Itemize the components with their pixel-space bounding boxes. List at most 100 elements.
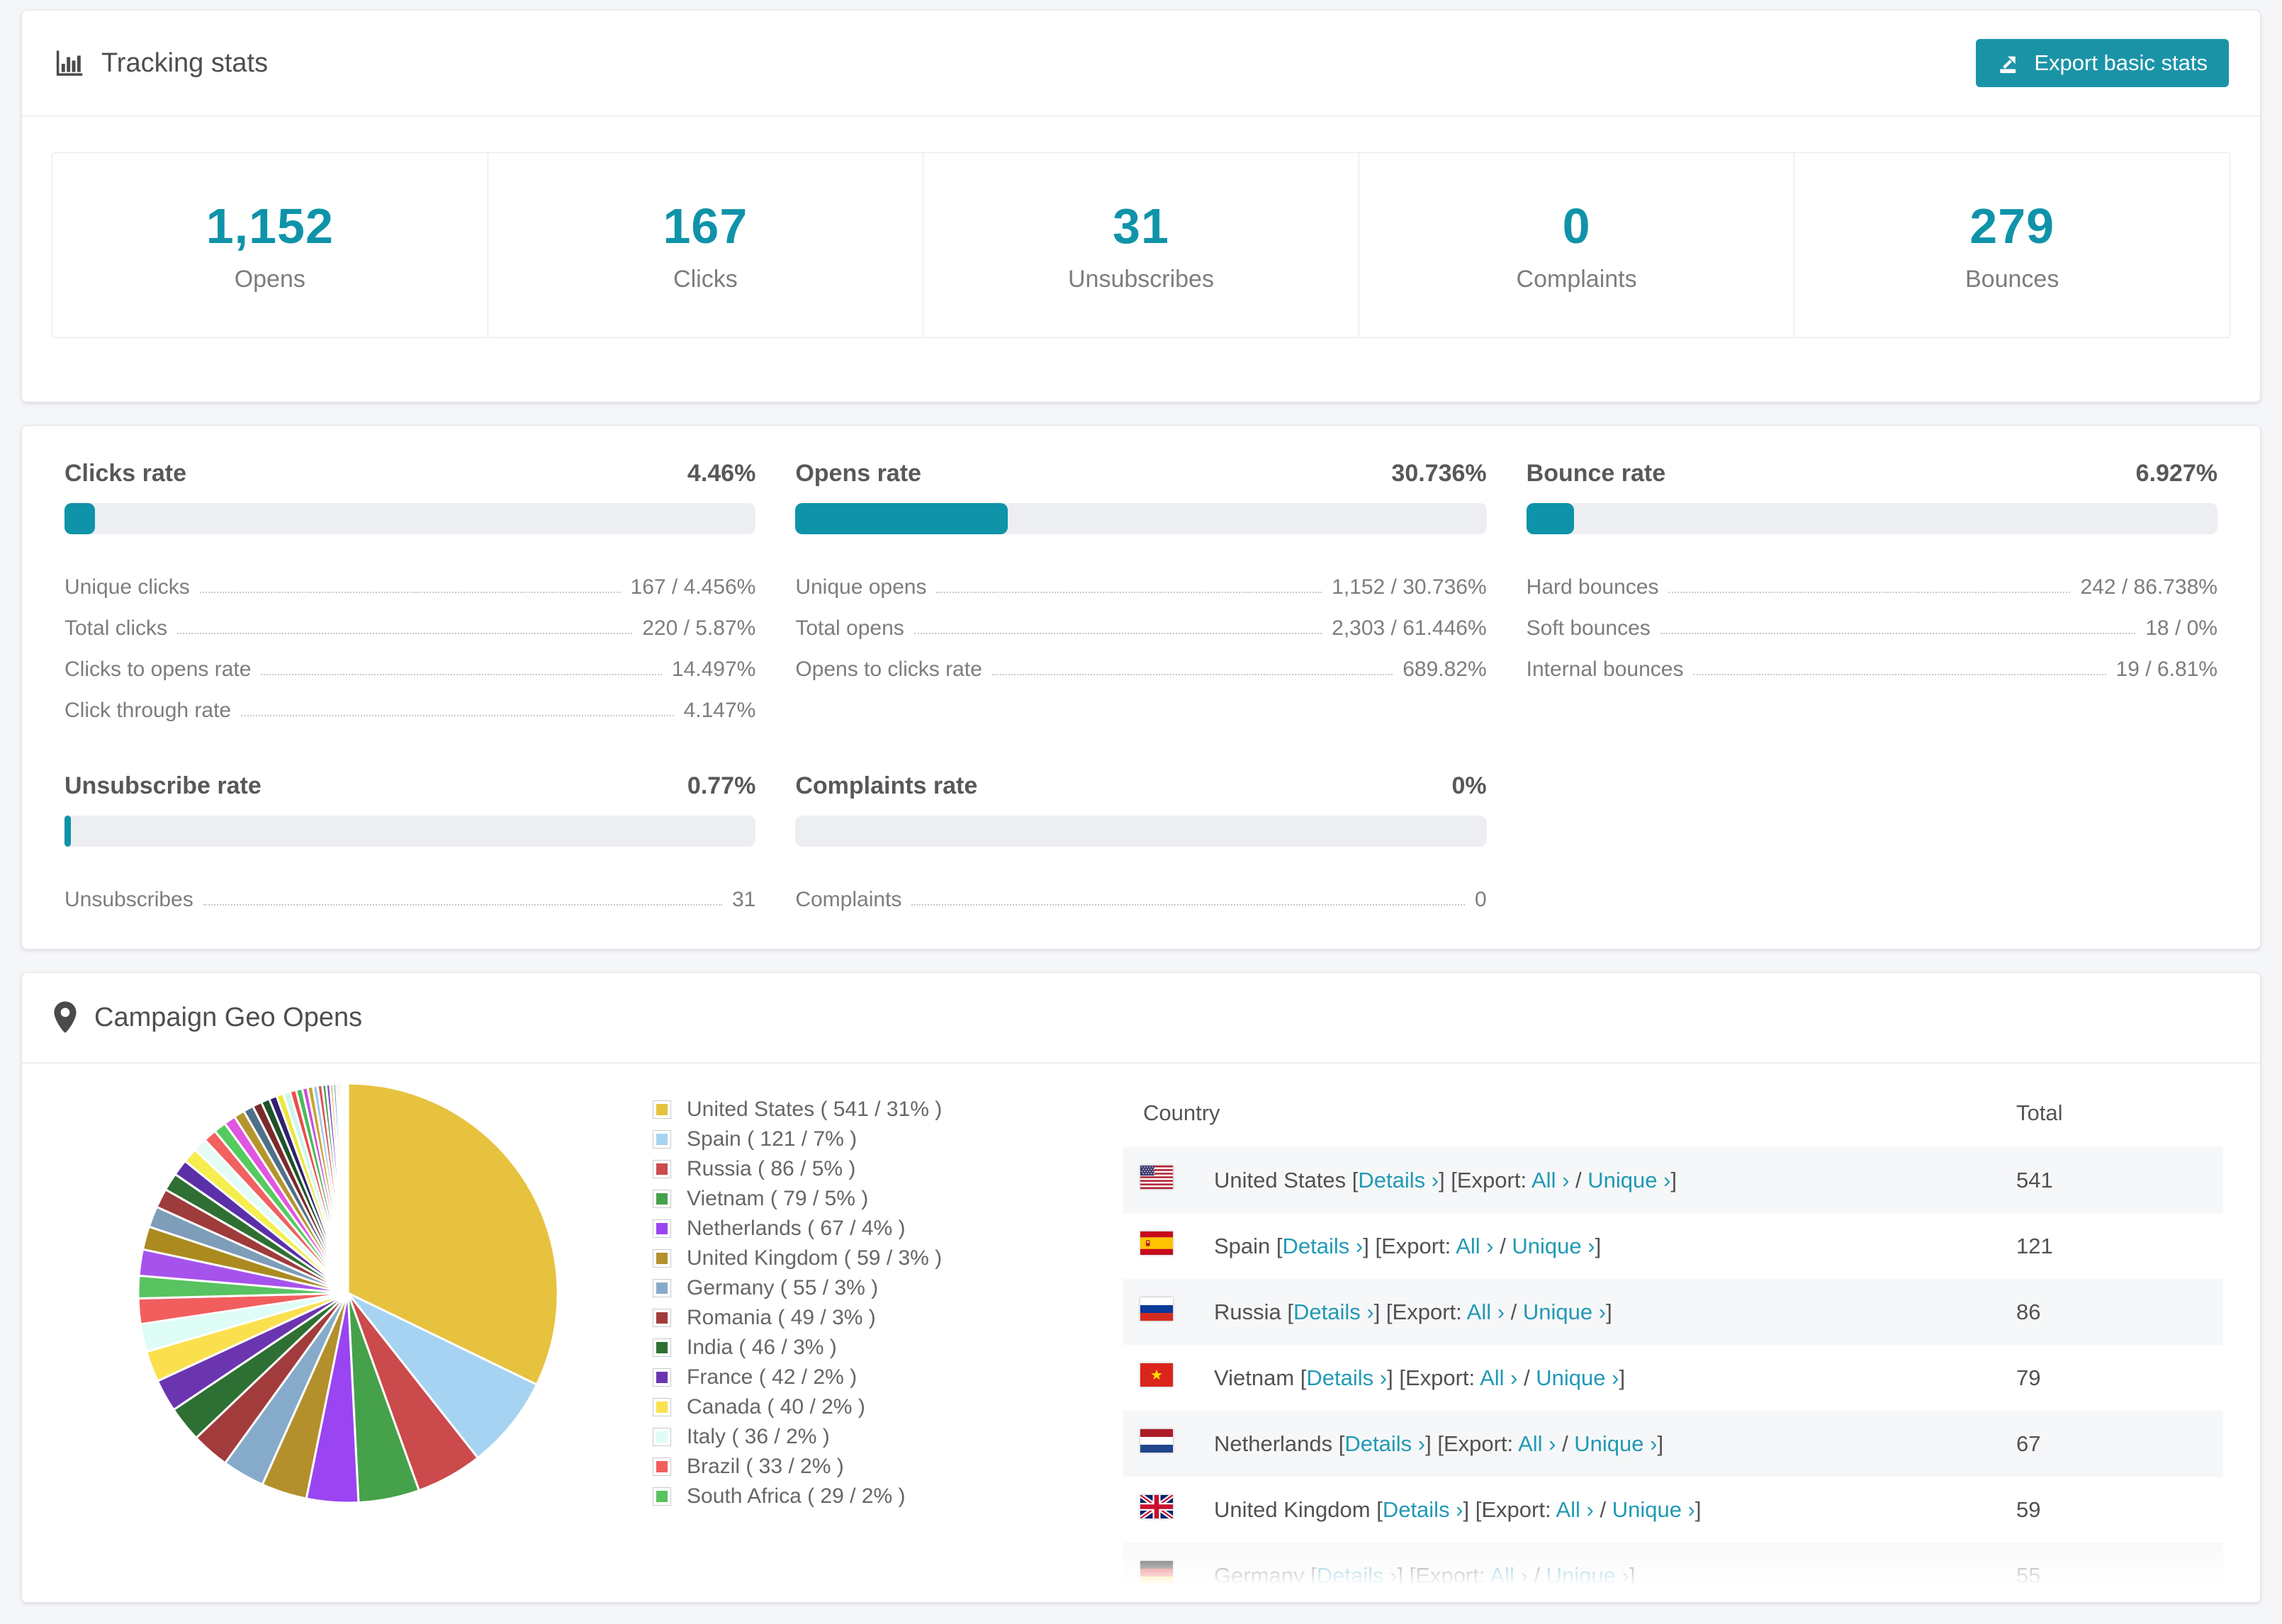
ru-flag-icon xyxy=(1140,1297,1173,1321)
legend-item-russia[interactable]: Russia ( 86 / 5% ) xyxy=(653,1154,1078,1184)
country-name: Russia xyxy=(1214,1299,1288,1324)
legend-swatch xyxy=(653,1279,671,1297)
rate-row-value: 220 / 5.87% xyxy=(642,616,756,640)
rate-row-label: Soft bounces xyxy=(1526,616,1651,640)
country-name: Vietnam xyxy=(1214,1365,1300,1390)
country-name: United States xyxy=(1214,1167,1352,1192)
country-total: 67 xyxy=(1996,1411,2223,1477)
export-basic-stats-button[interactable]: Export basic stats xyxy=(1976,39,2229,87)
rate-row-value: 19 / 6.81% xyxy=(2115,658,2218,681)
rate-row-label: Unsubscribes xyxy=(64,888,193,911)
legend-swatch xyxy=(653,1309,671,1327)
export-unique-link[interactable]: Unique › xyxy=(1612,1497,1695,1522)
progress-fill xyxy=(64,816,71,847)
legend-item-brazil[interactable]: Brazil ( 33 / 2% ) xyxy=(653,1452,1078,1482)
stat-label: Opens xyxy=(234,265,305,293)
legend-item-south-africa[interactable]: South Africa ( 29 / 2% ) xyxy=(653,1482,1078,1511)
legend-item-spain[interactable]: Spain ( 121 / 7% ) xyxy=(653,1124,1078,1154)
details-link[interactable]: Details › xyxy=(1283,1234,1364,1258)
legend-item-canada[interactable]: Canada ( 40 / 2% ) xyxy=(653,1392,1078,1422)
rate-row: Total clicks 220 / 5.87% xyxy=(64,599,755,641)
legend-item-italy[interactable]: Italy ( 36 / 2% ) xyxy=(653,1422,1078,1452)
bracket: ] xyxy=(1657,1431,1664,1456)
progress-track xyxy=(1526,503,2218,534)
details-link[interactable]: Details › xyxy=(1383,1497,1463,1522)
pie-legend: United States ( 541 / 31% ) Spain ( 121 /… xyxy=(653,1095,1078,1511)
rate-title: Unsubscribe rate xyxy=(64,772,262,799)
stat-box-bounces: 279 Bounces xyxy=(1794,152,2230,338)
rate-row: Soft bounces 18 / 0% xyxy=(1527,599,2218,641)
rate-row: Unique opens 1,152 / 30.736% xyxy=(795,558,1486,599)
progress-track xyxy=(64,503,756,534)
legend-item-romania[interactable]: Romania ( 49 / 3% ) xyxy=(653,1303,1078,1333)
export-all-link[interactable]: All › xyxy=(1531,1168,1569,1192)
stat-value: 31 xyxy=(1113,198,1169,254)
stat-label: Bounces xyxy=(1965,265,2059,293)
us-flag-icon xyxy=(1140,1166,1173,1189)
rate-row-value: 14.497% xyxy=(671,658,756,681)
export-unique-link[interactable]: Unique › xyxy=(1587,1168,1670,1192)
bracket: [ xyxy=(1310,1562,1317,1588)
dotted-leader xyxy=(199,592,621,593)
legend-item-germany[interactable]: Germany ( 55 / 3% ) xyxy=(653,1273,1078,1303)
legend-item-united-kingdom[interactable]: United Kingdom ( 59 / 3% ) xyxy=(653,1244,1078,1273)
legend-item-india[interactable]: India ( 46 / 3% ) xyxy=(653,1333,1078,1363)
bracket: ] xyxy=(1606,1299,1612,1324)
legend-item-netherlands[interactable]: Netherlands ( 67 / 4% ) xyxy=(653,1214,1078,1244)
details-link[interactable]: Details › xyxy=(1344,1431,1425,1456)
page: Tracking stats Export basic stats 1,152 O… xyxy=(0,0,2282,1613)
export-unique-link[interactable]: Unique › xyxy=(1523,1299,1606,1324)
export-all-link[interactable]: All › xyxy=(1467,1299,1505,1324)
export-all-link[interactable]: All › xyxy=(1556,1497,1593,1522)
export-all-link[interactable]: All › xyxy=(1490,1563,1527,1588)
tracking-stats-card: Tracking stats Export basic stats 1,152 O… xyxy=(21,10,2261,402)
export-all-link[interactable]: All › xyxy=(1456,1234,1493,1258)
export-unique-link[interactable]: Unique › xyxy=(1546,1563,1629,1588)
details-link[interactable]: Details › xyxy=(1317,1563,1398,1588)
stat-label: Unsubscribes xyxy=(1067,265,1214,293)
pie-slice-other[interactable] xyxy=(346,1082,349,1295)
export-unique-link[interactable]: Unique › xyxy=(1536,1365,1619,1390)
export-icon xyxy=(2000,56,2016,74)
country-total: 121 xyxy=(2016,1233,2053,1258)
legend-item-france[interactable]: France ( 42 / 2% ) xyxy=(653,1363,1078,1392)
stat-box-unsubscribes: 31 Unsubscribes xyxy=(923,152,1359,338)
legend-swatch xyxy=(653,1160,671,1178)
dotted-leader xyxy=(1660,633,2136,634)
bracket: ] xyxy=(1694,1496,1702,1522)
rate-title: Complaints rate xyxy=(795,772,978,799)
geo-opens-header: Campaign Geo Opens xyxy=(22,973,2260,1064)
rate-block-unsubscribe-rate: Unsubscribe rate 0.77% Unsubscribes 31 xyxy=(64,772,756,912)
export-prefix: ] [Export: xyxy=(1439,1167,1531,1192)
rates-grid: Clicks rate 4.46% Unique clicks 167 / 4.456… xyxy=(64,460,2218,912)
rate-row-label: Opens to clicks rate xyxy=(795,658,982,681)
country-total: 86 xyxy=(1996,1279,2223,1345)
progress-fill xyxy=(795,503,1008,534)
export-all-link[interactable]: All › xyxy=(1480,1365,1517,1390)
details-link[interactable]: Details › xyxy=(1358,1168,1439,1192)
legend-swatch xyxy=(653,1249,671,1268)
stat-label: Complaints xyxy=(1516,265,1637,293)
legend-item-vietnam[interactable]: Vietnam ( 79 / 5% ) xyxy=(653,1184,1078,1214)
legend-swatch xyxy=(653,1338,671,1357)
export-unique-link[interactable]: Unique › xyxy=(1574,1431,1657,1456)
stat-value: 0 xyxy=(1562,198,1591,254)
gb-flag-icon xyxy=(1139,1493,1174,1521)
rate-row: Unsubscribes 31 xyxy=(64,871,755,912)
details-link[interactable]: Details › xyxy=(1306,1365,1387,1390)
rates-card: Clicks rate 4.46% Unique clicks 167 / 4.456… xyxy=(21,425,2261,949)
geo-opens-card: Campaign Geo Opens United States ( 541 /… xyxy=(21,972,2261,1603)
country-name: Netherlands xyxy=(1214,1431,1339,1456)
rate-row-value: 2,303 / 61.446% xyxy=(1332,616,1487,640)
rate-row-value: 0 xyxy=(1474,888,1487,911)
es-flag-icon xyxy=(1140,1231,1173,1255)
geo-table-row-vietnam: Vietnam [Details ›] [Export: All › / Uni… xyxy=(1123,1345,2223,1411)
legend-item-united-states[interactable]: United States ( 541 / 31% ) xyxy=(653,1095,1078,1124)
export-all-link[interactable]: All › xyxy=(1518,1431,1556,1456)
details-link[interactable]: Details › xyxy=(1293,1299,1374,1324)
bracket: ] xyxy=(1619,1365,1626,1390)
rate-row: Unique clicks 167 / 4.456% xyxy=(64,558,755,599)
export-unique-link[interactable]: Unique › xyxy=(1512,1234,1595,1258)
stat-box-complaints: 0 Complaints xyxy=(1358,152,1795,338)
legend-swatch xyxy=(653,1368,671,1387)
